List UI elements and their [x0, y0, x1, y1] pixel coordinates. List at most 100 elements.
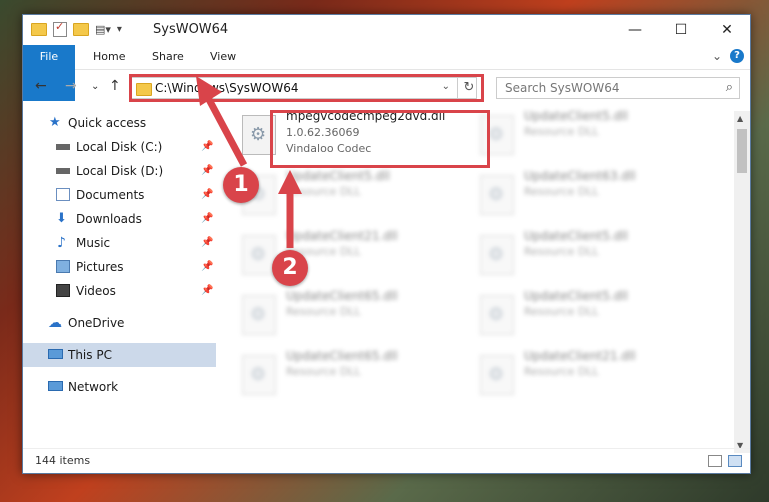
download-icon: ⬇: [56, 211, 67, 226]
pin-icon[interactable]: 📌: [201, 231, 213, 255]
address-highlight-box: [129, 74, 484, 102]
sidebar-item-videos[interactable]: Videos 📌: [23, 279, 216, 303]
sidebar-item-pictures[interactable]: Pictures 📌: [23, 255, 216, 279]
dll-file-icon: [242, 295, 276, 335]
file-type: Resource DLL: [524, 365, 599, 378]
pin-icon[interactable]: 📌: [201, 135, 213, 159]
pin-icon[interactable]: 📌: [201, 207, 213, 231]
sidebar-item-label: Videos: [76, 284, 116, 298]
properties-icon[interactable]: [53, 20, 67, 37]
navigation-pane: ★ Quick access Local Disk (C:) 📌 Local D…: [23, 111, 216, 451]
pictures-icon: [56, 260, 70, 273]
navigation-bar: ← → ⌄ ↑ C:\Windows\SysWOW64 ⌄ ↻ Search S…: [23, 70, 750, 104]
pin-icon[interactable]: 📌: [201, 255, 213, 279]
minimize-button[interactable]: —: [612, 15, 658, 45]
ribbon-collapse-icon[interactable]: ⌄: [712, 49, 722, 63]
customize-toolbar-icon[interactable]: ▤▾: [95, 23, 111, 36]
file-name: UpdateClient65.dll: [286, 289, 398, 303]
list-item[interactable]: UpdateClient5.dll Resource DLL: [466, 227, 696, 283]
file-type: Resource DLL: [286, 185, 361, 198]
help-icon[interactable]: ?: [730, 49, 744, 63]
file-type: Resource DLL: [524, 185, 599, 198]
file-highlight-box: [270, 110, 490, 168]
dll-file-icon: [242, 235, 276, 275]
pin-icon[interactable]: 📌: [201, 279, 213, 303]
details-view-icon[interactable]: [708, 455, 722, 467]
dll-file-icon: [480, 235, 514, 275]
list-item[interactable]: UpdateClient5.dll Resource DLL: [466, 287, 696, 343]
maximize-button[interactable]: ☐: [658, 15, 704, 45]
list-item[interactable]: UpdateClient21.dll Resource DLL: [466, 347, 696, 403]
toolbar-dropdown-icon[interactable]: ▾: [117, 24, 122, 35]
sidebar-item-label: This PC: [68, 348, 112, 362]
up-button[interactable]: ↑: [109, 78, 121, 94]
title-bar: ▤▾ ▾ SysWOW64 — ☐ ✕: [23, 15, 750, 45]
file-name: UpdateClient5.dll: [524, 229, 628, 243]
callout-1: 1: [223, 167, 259, 203]
sidebar-item-label: Local Disk (D:): [76, 164, 164, 178]
drive-icon: [56, 168, 70, 174]
sidebar-item-label: OneDrive: [68, 316, 125, 330]
sidebar-item-this-pc[interactable]: This PC: [23, 343, 216, 367]
dll-file-icon: [480, 355, 514, 395]
file-name: UpdateClient21.dll: [524, 349, 636, 363]
forward-button[interactable]: →: [65, 78, 77, 94]
recent-locations-button[interactable]: ⌄: [91, 81, 99, 92]
sidebar-item-music[interactable]: ♪ Music 📌: [23, 231, 216, 255]
list-item[interactable]: UpdateClient63.dll Resource DLL: [466, 167, 696, 223]
sidebar-item-label: Quick access: [68, 116, 147, 130]
tab-home[interactable]: Home: [93, 45, 125, 69]
network-icon: [48, 381, 63, 391]
tab-view[interactable]: View: [210, 45, 236, 69]
window-title: SysWOW64: [153, 22, 229, 37]
file-name: UpdateClient5.dll: [524, 109, 628, 123]
sidebar-item-onedrive[interactable]: ☁ OneDrive: [23, 311, 216, 335]
file-name: UpdateClient63.dll: [524, 169, 636, 183]
dll-file-icon: [242, 355, 276, 395]
sidebar-item-label: Music: [76, 236, 111, 250]
sidebar-item-local-disk-c[interactable]: Local Disk (C:) 📌: [23, 135, 216, 159]
sidebar-item-downloads[interactable]: ⬇ Downloads 📌: [23, 207, 216, 231]
list-item[interactable]: UpdateClient21.dll Resource DLL: [228, 227, 458, 283]
folder-icon: [31, 23, 47, 36]
file-type: Resource DLL: [286, 305, 361, 318]
music-icon: ♪: [57, 235, 66, 251]
scroll-up-icon[interactable]: ▲: [737, 114, 743, 123]
file-type: Resource DLL: [286, 365, 361, 378]
list-item[interactable]: UpdateClient65.dll Resource DLL: [228, 287, 458, 343]
close-button[interactable]: ✕: [704, 15, 750, 45]
file-type: Resource DLL: [524, 125, 599, 138]
file-name: UpdateClient65.dll: [286, 349, 398, 363]
vertical-scrollbar[interactable]: ▲ ▼: [734, 111, 750, 453]
back-button[interactable]: ←: [35, 78, 47, 94]
documents-icon: [56, 188, 70, 201]
ribbon-tabs: File Home Share View ⌄ ?: [23, 45, 750, 101]
search-box[interactable]: Search SysWOW64 ⌕: [496, 77, 740, 99]
sidebar-item-label: Local Disk (C:): [76, 140, 163, 154]
list-item[interactable]: UpdateClient65.dll Resource DLL: [228, 347, 458, 403]
large-icons-view-icon[interactable]: [728, 455, 742, 467]
pin-icon[interactable]: 📌: [201, 183, 213, 207]
tab-share[interactable]: Share: [152, 45, 184, 69]
ribbon-controls: ⌄ ?: [712, 49, 744, 63]
drive-icon: [56, 144, 70, 150]
list-item[interactable]: UpdateClient5.dll Resource DLL: [228, 167, 458, 223]
sidebar-item-label: Network: [68, 380, 119, 394]
search-placeholder: Search SysWOW64: [505, 81, 620, 95]
pin-icon[interactable]: 📌: [201, 159, 213, 183]
status-bar: 144 items: [23, 448, 750, 473]
scroll-thumb[interactable]: [737, 129, 747, 173]
file-name: UpdateClient5.dll: [286, 169, 390, 183]
list-item[interactable]: UpdateClient5.dll Resource DLL: [466, 107, 696, 163]
quick-access-toolbar: ▤▾ ▾: [31, 20, 122, 37]
sidebar-item-documents[interactable]: Documents 📌: [23, 183, 216, 207]
videos-icon: [56, 284, 70, 297]
file-type: Resource DLL: [524, 305, 599, 318]
caption-buttons: — ☐ ✕: [612, 15, 750, 45]
sidebar-item-network[interactable]: Network: [23, 375, 216, 399]
sidebar-item-local-disk-d[interactable]: Local Disk (D:) 📌: [23, 159, 216, 183]
search-icon: ⌕: [725, 80, 733, 95]
new-folder-icon[interactable]: [73, 23, 89, 36]
sidebar-item-quick-access[interactable]: ★ Quick access: [23, 111, 216, 135]
dll-file-icon: [480, 175, 514, 215]
